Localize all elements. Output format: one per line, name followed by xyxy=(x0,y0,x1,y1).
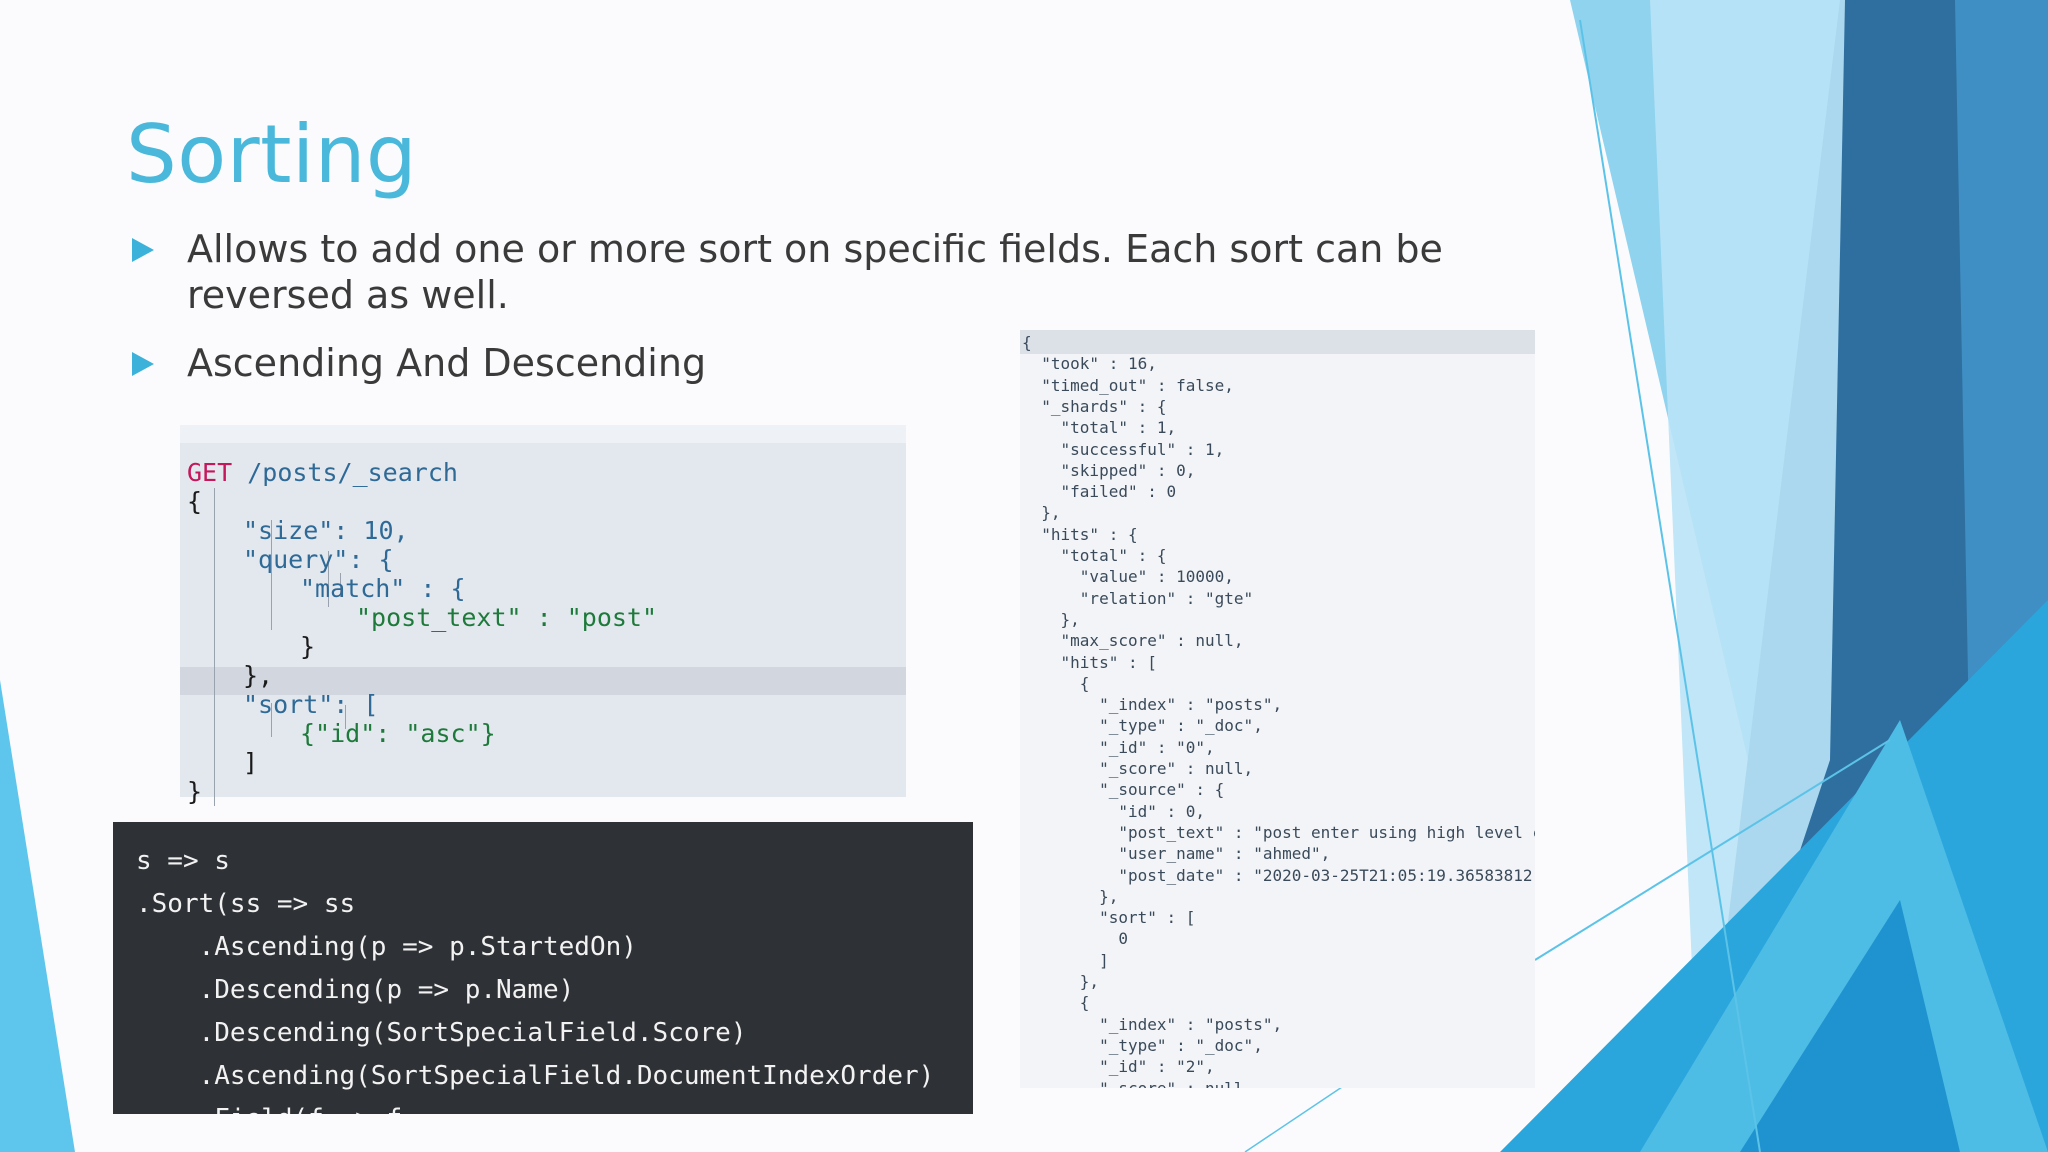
code-line: "query": { xyxy=(243,545,394,574)
response-line: "total" : { xyxy=(1022,546,1167,565)
response-line: "hits" : [ xyxy=(1022,652,1157,672)
bullet-text: Allows to add one or more sort on specif… xyxy=(187,227,1443,317)
response-line: "max_score" : null, xyxy=(1022,631,1244,651)
code-line: { xyxy=(187,487,203,516)
response-line: "post_date" : "2020-03-25T21:05:19.36583… xyxy=(1022,865,1535,885)
response-line: "hits" : { xyxy=(1022,524,1138,544)
slide-title: Sorting xyxy=(126,108,418,201)
http-method: GET xyxy=(187,458,233,487)
response-line: }, xyxy=(1022,609,1080,629)
response-line: 0 xyxy=(1022,929,1128,949)
response-line: "value" : 10000, xyxy=(1022,567,1234,587)
bullet-item: Allows to add one or more sort on specif… xyxy=(130,226,1550,318)
response-line: "_index" : "posts", xyxy=(1022,695,1283,715)
bullet-arrow-icon xyxy=(132,238,154,262)
code-line: ] xyxy=(243,748,259,777)
response-line: "took" : 16, xyxy=(1022,354,1157,374)
response-line: "_source" : { xyxy=(1022,780,1225,800)
code-line: "post_text" : "post" xyxy=(356,603,658,632)
response-line: "_type" : "_doc", xyxy=(1022,716,1263,736)
response-line: "_id" : "2", xyxy=(1022,1057,1215,1077)
response-line: "relation" : "gte" xyxy=(1022,588,1254,608)
json-response-panel: { "took" : 16, "timed_out" : false, "_sh… xyxy=(1020,330,1535,1088)
response-line: }, xyxy=(1022,503,1061,523)
indent-guide xyxy=(214,488,215,806)
code-line: } xyxy=(187,777,203,806)
response-line: "skipped" : 0, xyxy=(1022,460,1196,480)
deco-left-sliver xyxy=(0,680,75,1152)
code-line: .Field(f => f xyxy=(136,1099,403,1114)
code-line: s => s xyxy=(136,846,230,876)
bullet-arrow-icon xyxy=(132,352,154,376)
code-line: .Ascending(p => p.StartedOn) xyxy=(136,932,637,962)
response-line: "id" : 0, xyxy=(1022,801,1206,821)
response-line: "sort" : [ xyxy=(1022,908,1196,928)
response-line: ] xyxy=(1022,950,1109,970)
code-line: .Sort(ss => ss xyxy=(136,889,356,919)
code-line: "size": 10, xyxy=(243,516,409,545)
response-line: "_type" : "_doc", xyxy=(1022,1035,1263,1055)
code-line: .Descending(SortSpecialField.Score) xyxy=(136,1018,747,1048)
response-line: "successful" : 1, xyxy=(1022,439,1225,459)
code-line: "match" : { xyxy=(300,574,466,603)
response-line: "_index" : "posts", xyxy=(1022,1014,1283,1034)
code-line: } xyxy=(300,632,316,661)
response-line: "_score" : null xyxy=(1022,1078,1244,1089)
response-line: "total" : 1, xyxy=(1022,418,1177,438)
response-line: "_shards" : { xyxy=(1022,396,1167,416)
console-request-line: GET /posts/_search xyxy=(187,458,458,487)
nest-code-block: s => s .Sort(ss => ss .Ascending(p => p.… xyxy=(113,822,973,1114)
response-line: }, xyxy=(1022,972,1100,991)
code-line: {"id": "asc"} xyxy=(300,719,496,748)
response-line: "timed_out" : false, xyxy=(1022,375,1234,395)
code-line: }, xyxy=(243,661,274,690)
response-line: { xyxy=(1022,333,1032,352)
response-line: "post_text" : "post enter using high lev… xyxy=(1022,822,1535,842)
code-line: .Ascending(SortSpecialField.DocumentInde… xyxy=(136,1061,935,1091)
endpoint-path: /posts/_search xyxy=(247,458,458,487)
response-line: { xyxy=(1022,673,1090,693)
response-line: "_score" : null, xyxy=(1022,759,1254,778)
code-line: .Descending(p => p.Name) xyxy=(136,975,575,1005)
response-header-bar xyxy=(1020,330,1535,354)
response-line: "_id" : "0", xyxy=(1022,737,1215,757)
deco-line-3 xyxy=(1244,1084,1346,1152)
console-request-panel: GET /posts/_search { "size": 10, "query"… xyxy=(180,425,906,806)
code-line: "sort": [ xyxy=(243,690,379,719)
response-line: "failed" : 0 xyxy=(1022,482,1177,502)
response-line: }, xyxy=(1022,886,1119,906)
response-line: { xyxy=(1022,993,1090,1013)
response-line: "user_name" : "ahmed", xyxy=(1022,844,1331,864)
